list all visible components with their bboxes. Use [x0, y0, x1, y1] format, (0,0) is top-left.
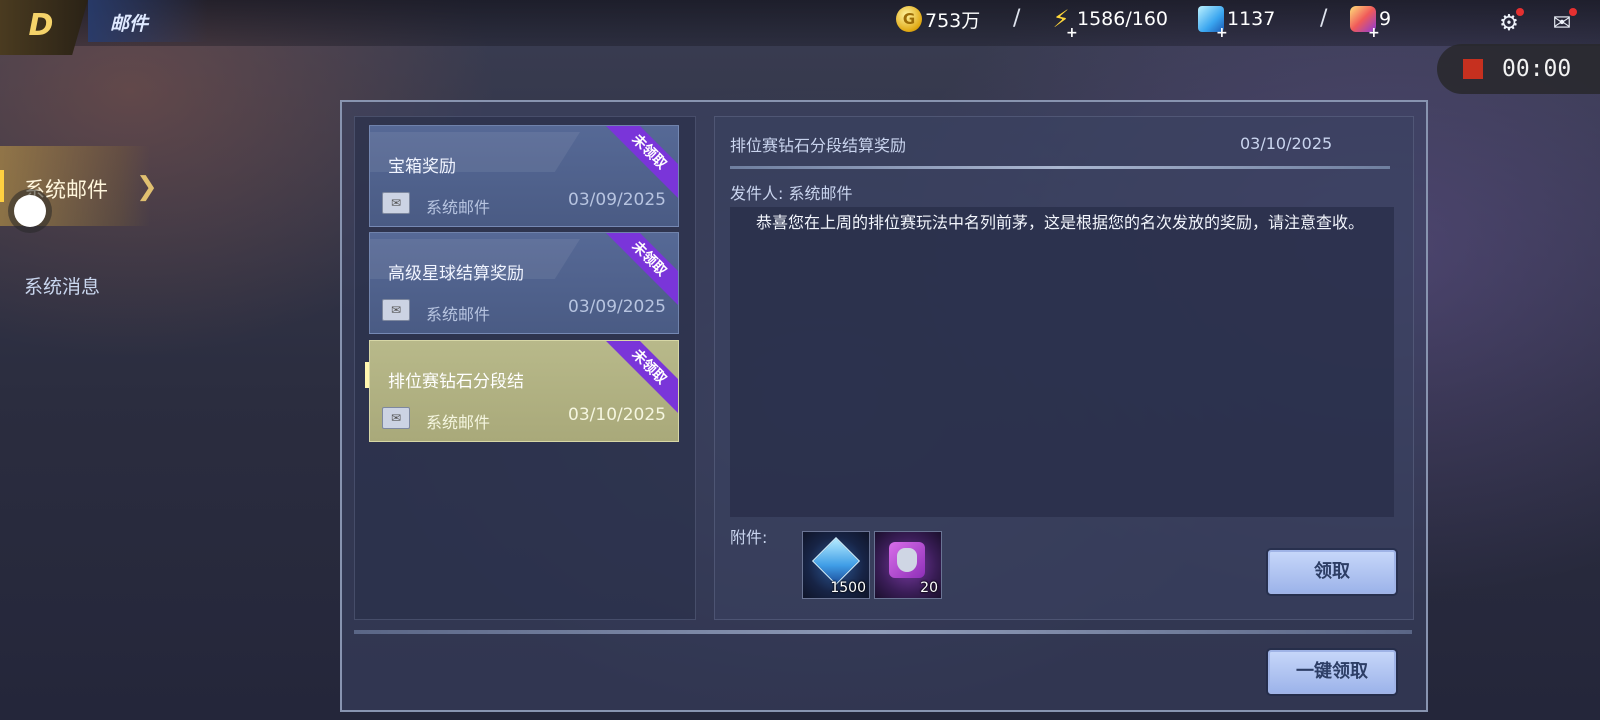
gold-counter[interactable]: G 753万 [896, 4, 980, 34]
mail-item[interactable]: 宝箱奖励 ✉ 系统邮件 03/09/2025 未领取 [369, 125, 679, 227]
active-indicator [0, 170, 4, 202]
separator: / [1013, 6, 1021, 31]
chevron-right-icon: ❯ [136, 172, 158, 202]
mail-envelope-icon[interactable]: ✉ [1547, 8, 1577, 38]
attachment-item[interactable]: 20 [874, 531, 942, 599]
diamond-amount: 1137 [1227, 8, 1276, 30]
mail-title: 排位赛钻石分段结 [388, 372, 524, 392]
mail-sender: 系统邮件 [426, 413, 491, 432]
record-stop-icon[interactable] [1463, 59, 1483, 79]
add-energy-icon[interactable]: + [1066, 25, 1078, 41]
screen-recorder[interactable]: 00:00 [1437, 44, 1600, 94]
unclaimed-badge: 未领取 [601, 126, 678, 200]
divider [354, 630, 1412, 634]
record-timer: 00:00 [1502, 56, 1572, 82]
energy-counter[interactable]: ⚡ + 1586/160 [1048, 4, 1169, 41]
mail-title: 高级星球结算奖励 [388, 264, 524, 284]
diamond-crystal-icon [811, 536, 861, 586]
game-logo-icon[interactable]: D [16, 10, 66, 42]
envelope-icon: ✉ [382, 192, 410, 214]
page-title: 邮件 [110, 13, 149, 35]
divider [730, 166, 1390, 169]
claim-button[interactable]: 领取 [1268, 550, 1396, 594]
mail-sender: 系统邮件 [426, 198, 491, 217]
settings-gear-icon[interactable]: ⚙ [1494, 8, 1524, 38]
crystal-counter[interactable]: + 9 [1350, 4, 1392, 41]
mail-date: 03/09/2025 [568, 190, 666, 210]
mail-body-text: 恭喜您在上周的排位赛玩法中名列前茅，这是根据您的名次发放的奖励，请注意查收。 [756, 213, 1365, 232]
attachment-quantity: 20 [920, 580, 938, 596]
attachment-quantity: 1500 [830, 580, 866, 596]
mail-item[interactable]: 高级星球结算奖励 ✉ 系统邮件 03/09/2025 未领取 [369, 232, 679, 334]
attachment-item[interactable]: 1500 [802, 531, 870, 599]
lightning-icon: ⚡ + [1052, 5, 1078, 41]
energy-amount: 1586/160 [1077, 8, 1169, 30]
selection-marker [365, 362, 369, 388]
mail-sender: 系统邮件 [426, 305, 491, 324]
crystal-amount: 9 [1379, 8, 1392, 30]
unclaimed-badge: 未领取 [601, 233, 678, 307]
envelope-icon: ✉ [382, 299, 410, 321]
sidebar-item-system-message[interactable]: 系统消息 [24, 272, 100, 299]
mail-title: 宝箱奖励 [388, 157, 456, 177]
diamond-icon: + [1198, 6, 1228, 41]
gold-amount: 753万 [925, 9, 981, 32]
mail-detail-sender: 发件人: 系统邮件 [730, 184, 853, 203]
mail-date: 03/09/2025 [568, 297, 666, 317]
notification-dot [1516, 8, 1524, 16]
crystal-icon: + [1350, 6, 1380, 41]
unclaimed-badge: 未领取 [601, 341, 678, 415]
add-diamond-icon[interactable]: + [1216, 25, 1228, 41]
touch-indicator [14, 195, 46, 227]
mail-detail-title: 排位赛钻石分段结算奖励 [730, 136, 907, 155]
notification-dot [1569, 8, 1577, 16]
hero-face-icon [897, 548, 917, 572]
add-crystal-icon[interactable]: + [1368, 25, 1380, 41]
mail-date: 03/10/2025 [568, 405, 666, 425]
mail-detail-date: 03/10/2025 [1240, 134, 1333, 153]
separator: / [1320, 6, 1328, 31]
mail-item-selected[interactable]: 排位赛钻石分段结 ✉ 系统邮件 03/10/2025 未领取 [369, 340, 679, 442]
mail-body-box [730, 207, 1394, 517]
attachments-label: 附件: [730, 528, 768, 547]
gold-coin-icon: G [896, 6, 922, 32]
envelope-icon: ✉ [382, 407, 410, 429]
diamond-counter[interactable]: + 1137 [1198, 4, 1276, 41]
claim-all-button[interactable]: 一键领取 [1268, 650, 1396, 694]
